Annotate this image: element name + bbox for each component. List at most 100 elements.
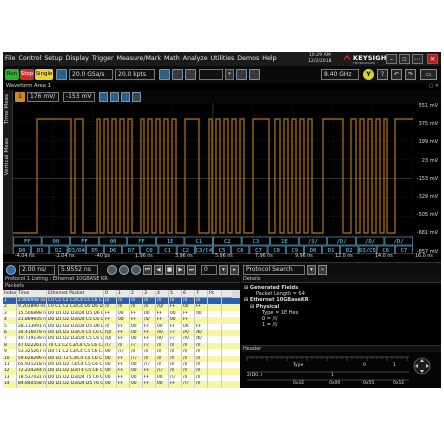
stop-nav-button[interactable]: ■ — [165, 265, 174, 275]
column-header[interactable]: 1 — [117, 290, 130, 298]
column-header[interactable]: 0 — [104, 290, 117, 298]
acquisition-icon[interactable] — [159, 69, 170, 80]
menu-item-analyze[interactable]: Analyze — [183, 55, 208, 62]
autoscale-icon[interactable] — [56, 69, 67, 80]
decode-lower-cell-20: C6 — [376, 245, 395, 255]
menu-item-display[interactable]: Display — [66, 55, 89, 62]
trigger-dropdown[interactable]: ▾ — [225, 69, 234, 80]
search-icon[interactable] — [119, 265, 129, 275]
vertical-offset-field[interactable]: -153 mV — [63, 92, 95, 102]
channel-color-icon[interactable] — [121, 92, 130, 102]
column-header[interactable]: Index — [3, 290, 17, 298]
menu-item-utilities[interactable]: Utilities — [211, 55, 235, 62]
time-tick: 9.96 ns — [295, 254, 313, 259]
navigation-pad[interactable] — [413, 357, 431, 375]
menu-item-trigger[interactable]: Trigger — [92, 55, 114, 62]
zoom-icon[interactable] — [107, 265, 117, 275]
column-header[interactable]: 5 — [169, 290, 182, 298]
details-tree-node[interactable]: 0 = /I/ — [262, 316, 277, 322]
grid-icon[interactable] — [131, 265, 141, 275]
last-button[interactable]: ⏭ — [187, 265, 196, 275]
column-header[interactable]: Time — [17, 290, 47, 298]
menu-item-help[interactable]: Help — [262, 55, 276, 62]
column-header[interactable]: 6 — [182, 290, 195, 298]
menu-bar: File Control Setup Display Trigger Measure/Ma… — [3, 52, 441, 66]
decode-upper-cell-4: FF — [127, 236, 156, 246]
waveform-window-controls[interactable]: ▢ ✕ — [428, 83, 439, 89]
menu-item-demos[interactable]: Demos — [237, 55, 259, 62]
column-header[interactable]: 3 — [143, 290, 156, 298]
waveform-display[interactable]: FF 00 FF 00 FF 1E C1 C2 C3 1E/S//D//D//D/D0 D1 D2 D3… — [12, 102, 414, 255]
memory-depth-field[interactable]: 20.0 kpts — [115, 69, 155, 80]
vertical-scale-field[interactable]: 176 mV/ — [27, 92, 59, 102]
edge-icon[interactable] — [185, 69, 196, 80]
column-header[interactable]: 7 — [195, 290, 208, 298]
channel-y-button[interactable]: Y — [363, 69, 374, 80]
column-header[interactable]: Ethernet Packet — [47, 290, 104, 298]
column-header[interactable]: 2 — [130, 290, 143, 298]
stop-button[interactable]: Stop — [20, 69, 34, 80]
prev-button[interactable]: ◀ — [154, 265, 163, 275]
run-button[interactable]: Run — [5, 69, 19, 80]
time-tick: -2.04 ns — [55, 254, 75, 259]
close-button[interactable]: × — [427, 54, 438, 64]
sample-rate-field[interactable]: 20.0 GSa/s — [69, 69, 113, 80]
channel-1-persistence — [13, 117, 413, 235]
menu-item-file[interactable]: File — [5, 55, 16, 62]
minimize-button[interactable]: – — [386, 54, 397, 64]
column-header[interactable]: Pc — [208, 290, 222, 298]
help-button[interactable]: ? — [377, 69, 388, 80]
search-dropdown[interactable]: ▾ — [307, 265, 316, 275]
timebase-field[interactable]: 2.00 ns/ — [19, 265, 55, 275]
channel-1-badge[interactable]: 1 — [15, 92, 25, 102]
panel-button[interactable]: ▭ — [420, 69, 437, 80]
details-tree-node[interactable]: Packet Length = 64 — [256, 291, 305, 297]
restore-button[interactable]: ▫ — [399, 54, 410, 64]
tab-vertical-meas[interactable]: Vertical Meas — [4, 138, 10, 175]
grid-button[interactable]: ⋯ — [412, 54, 423, 64]
first-button[interactable]: ⏮ — [143, 265, 152, 275]
trigger-icon[interactable] — [172, 69, 183, 80]
redo-button[interactable]: ↷ — [405, 69, 416, 80]
measure-icon[interactable] — [249, 69, 260, 80]
table-cell: FF — [143, 381, 156, 388]
horizontal-settings-icon[interactable] — [6, 265, 16, 275]
table-cell: D0 D1 D2 D3/D4 D5 T6 C7 — [48, 381, 104, 388]
next-button[interactable]: ▶ — [176, 265, 185, 275]
bandwidth-field[interactable]: 8.40 GHz — [321, 69, 359, 80]
tab-time-meas[interactable]: Time Meas — [4, 94, 10, 124]
table-row[interactable]: 14 84.840558 ns D0 D1 D2 D3/D4 D5 T6 C7 00 F… — [3, 381, 240, 388]
channel-more-icon[interactable] — [132, 92, 141, 102]
details-tree-node[interactable]: ⊟ Generated Fields — [244, 285, 298, 291]
channel-scale-row: 1 176 mV/ -153 mV — [13, 90, 441, 103]
menu-item-measuremark[interactable]: Measure/Mark — [117, 55, 161, 62]
details-tree-node[interactable]: ⊟ Ethernet 10GBaseKR — [244, 297, 309, 303]
menu-item-math[interactable]: Math — [164, 55, 180, 62]
header-panel: Type 0 1 2(D0..) 1 0x1E 0x00 0x55 0x1E — [241, 352, 441, 388]
table-cell: /I/ — [195, 381, 208, 388]
packet-table-header: Index Time Ethernet Packet 0 1 2 3 4 5 6 7 Pc — [3, 290, 240, 298]
column-header[interactable]: 4 — [156, 290, 169, 298]
menu-item-control[interactable]: Control — [19, 55, 42, 62]
decode-lower-cell-5: D6 — [104, 245, 122, 255]
marker-icon[interactable] — [236, 69, 247, 80]
decode-upper-cell-9: 1E — [270, 236, 299, 246]
trigger-level-field[interactable] — [199, 69, 223, 80]
channel-settings-icon[interactable] — [99, 92, 108, 102]
horizontal-position-field[interactable]: 5.9552 ns — [58, 265, 98, 275]
keysight-wave-icon — [343, 55, 351, 61]
menu-item-setup[interactable]: Setup — [44, 55, 62, 62]
details-tree-node[interactable]: Type = 1E Hex — [262, 310, 299, 316]
zoom-position-field[interactable]: 0 — [201, 265, 217, 275]
decode-lower-cell-10: C3/C4 — [195, 245, 213, 255]
details-tree-node[interactable]: ⊟ Physical — [250, 304, 279, 310]
single-button[interactable]: Single — [35, 69, 53, 80]
channel-math-icon[interactable] — [110, 92, 119, 102]
details-tree-node[interactable]: 1 = /I/ — [262, 322, 277, 328]
undo-button[interactable]: ↶ — [391, 69, 402, 80]
zoom-step-button[interactable]: ▸ — [230, 265, 239, 275]
search-go-button[interactable]: » — [318, 265, 327, 275]
protocol-search-field[interactable]: Protocol Search — [243, 265, 305, 275]
zoom-dropdown[interactable]: ▾ — [219, 265, 228, 275]
decode-upper-cell-1: 00 — [41, 236, 70, 246]
